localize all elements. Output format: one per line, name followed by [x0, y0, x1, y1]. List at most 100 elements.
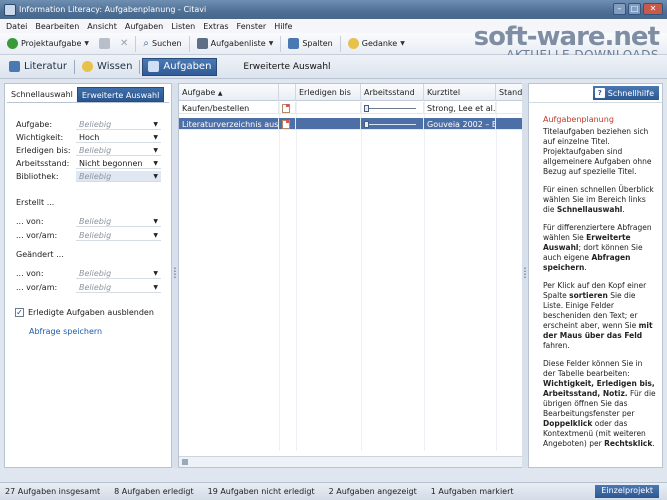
filter-erledigen-bis: Erledigen bis: Beliebig ▼ — [16, 145, 161, 156]
select-value: Hoch — [79, 132, 100, 142]
menu-datei[interactable]: Datei — [6, 22, 27, 31]
column-kurztitel[interactable]: Kurztitel — [424, 84, 496, 101]
column-erledigen-bis[interactable]: Erledigen bis — [296, 84, 361, 101]
add-icon — [7, 38, 18, 49]
bibliothek-select[interactable]: Beliebig ▼ — [76, 171, 161, 182]
changed-section-label: Geändert ... — [16, 250, 64, 259]
table-row[interactable]: Kaufen/bestellen Strong, Lee et al. — [179, 102, 522, 114]
delete-button[interactable]: ✕ — [117, 35, 131, 53]
filter-arbeitsstand: Arbeitsstand: Nicht begonnen ▼ — [16, 158, 161, 169]
filter-label: Bibliothek: — [16, 172, 59, 181]
select-value: Beliebig — [79, 282, 112, 292]
select-value: Beliebig — [79, 171, 112, 181]
due-cell[interactable] — [296, 118, 361, 130]
help-paragraph: Für differenziertere Abfragen wählen Sie… — [543, 223, 652, 272]
idea-button[interactable]: Gedanke ▼ — [345, 35, 408, 53]
progress-slider[interactable] — [364, 105, 416, 112]
checklist-icon — [148, 61, 160, 72]
changed-from: ... von: Beliebig ▼ — [16, 268, 161, 279]
wichtigkeit-select[interactable]: Hoch ▼ — [76, 132, 161, 143]
tab-schnellauswahl[interactable]: Schnellauswahl — [7, 87, 77, 102]
due-cell[interactable] — [296, 102, 361, 114]
column-standort[interactable]: Standor — [496, 84, 522, 101]
scrollbar-thumb[interactable] — [182, 459, 188, 465]
hide-done-checkbox[interactable]: ✓ — [15, 308, 24, 317]
chevron-down-icon: ▼ — [153, 172, 158, 180]
menu-listen[interactable]: Listen — [171, 22, 195, 31]
idea-label: Gedanke — [361, 39, 398, 48]
progress-cell[interactable] — [361, 102, 424, 114]
chevron-down-icon: ▼ — [400, 40, 405, 47]
quick-help-button[interactable]: ? Schnellhilfe — [592, 86, 659, 100]
short-title-cell: Strong, Lee et al. — [424, 102, 496, 114]
help-body: Aufgabenplanung Titelaufgaben beziehen s… — [529, 103, 662, 449]
tab-aufgaben[interactable]: Aufgaben — [142, 57, 218, 76]
search-button[interactable]: ⌕ Suchen — [140, 35, 184, 53]
menu-aufgaben[interactable]: Aufgaben — [125, 22, 163, 31]
printer-icon — [196, 38, 208, 49]
arbeitsstand-select[interactable]: Nicht begonnen ▼ — [76, 158, 161, 169]
column-label: Aufgabe — [182, 88, 216, 97]
menu-hilfe[interactable]: Hilfe — [274, 22, 292, 31]
save-query-link[interactable]: Abfrage speichern — [29, 327, 102, 336]
created-from-select[interactable]: Beliebig ▼ — [76, 216, 161, 227]
progress-slider[interactable] — [364, 121, 416, 128]
tab-wissen[interactable]: Wissen — [77, 58, 137, 76]
table-row[interactable]: Literaturverzeichnis ausw Gouveia 2002 –… — [179, 118, 522, 130]
changed-to-select[interactable]: Beliebig ▼ — [76, 282, 161, 293]
help-header: ? Schnellhilfe — [529, 84, 662, 103]
toolbar-divider — [280, 35, 282, 52]
new-task-button[interactable]: Projektaufgabe ▼ — [4, 35, 92, 53]
horizontal-scrollbar[interactable] — [179, 456, 522, 467]
splitter-grip-icon: • • • • — [523, 266, 527, 281]
slider-thumb[interactable] — [364, 105, 369, 112]
note-cell[interactable] — [279, 102, 296, 114]
minimize-button[interactable]: – — [613, 3, 626, 15]
window-controls: – □ ✕ — [613, 3, 663, 15]
pencil-icon — [99, 38, 110, 49]
column-note[interactable] — [279, 84, 296, 101]
aufgabe-select[interactable]: Beliebig ▼ — [76, 119, 161, 130]
filter-aufgabe: Aufgabe: Beliebig ▼ — [16, 119, 161, 130]
project-type-badge[interactable]: Einzelprojekt — [595, 485, 659, 498]
maximize-button[interactable]: □ — [628, 3, 641, 15]
filter-label: ... vor/am: — [16, 283, 58, 292]
grid-header: Aufgabe ▲ Erledigen bis Arbeitsstand Kur… — [179, 84, 522, 101]
edit-button[interactable] — [96, 35, 113, 53]
select-value: Beliebig — [79, 268, 112, 278]
changed-from-select[interactable]: Beliebig ▼ — [76, 268, 161, 279]
status-bar: 27 Aufgaben insgesamt 8 Aufgaben erledig… — [0, 482, 667, 500]
column-arbeitsstand[interactable]: Arbeitsstand — [361, 84, 424, 101]
chevron-down-icon: ▼ — [153, 269, 158, 277]
slider-thumb[interactable] — [364, 121, 369, 128]
created-from: ... von: Beliebig ▼ — [16, 216, 161, 227]
menu-ansicht[interactable]: Ansicht — [87, 22, 117, 31]
task-grid: Aufgabe ▲ Erledigen bis Arbeitsstand Kur… — [178, 83, 523, 468]
menu-fenster[interactable]: Fenster — [237, 22, 267, 31]
lightbulb-icon — [82, 61, 94, 72]
erledigen-bis-select[interactable]: Beliebig ▼ — [76, 145, 161, 156]
menu-bearbeiten[interactable]: Bearbeiten — [35, 22, 79, 31]
task-list-label: Aufgabenliste — [210, 39, 266, 48]
columns-button[interactable]: Spalten — [285, 35, 335, 53]
column-aufgabe[interactable]: Aufgabe ▲ — [179, 84, 279, 101]
select-value: Beliebig — [79, 230, 112, 240]
grid-line — [496, 101, 497, 451]
menu-extras[interactable]: Extras — [203, 22, 228, 31]
task-list-button[interactable]: Aufgabenliste ▼ — [194, 35, 277, 53]
note-cell[interactable] — [279, 118, 296, 130]
created-to: ... vor/am: Beliebig ▼ — [16, 230, 161, 241]
filter-wichtigkeit: Wichtigkeit: Hoch ▼ — [16, 132, 161, 143]
close-button[interactable]: ✕ — [643, 3, 663, 15]
status-open: 19 Aufgaben nicht erledigt — [207, 487, 315, 496]
short-title-cell: Gouveia 2002 – E — [424, 118, 496, 130]
status-marked: 1 Aufgaben markiert — [430, 487, 514, 496]
note-icon — [282, 120, 290, 129]
created-to-select[interactable]: Beliebig ▼ — [76, 230, 161, 241]
chevron-down-icon: ▼ — [268, 40, 274, 47]
progress-cell[interactable] — [361, 118, 424, 130]
chevron-down-icon: ▼ — [153, 146, 158, 154]
tab-literatur[interactable]: Literatur — [4, 58, 72, 76]
tab-erweiterte-auswahl[interactable]: Erweiterte Auswahl — [76, 87, 165, 102]
columns-icon — [288, 38, 300, 49]
